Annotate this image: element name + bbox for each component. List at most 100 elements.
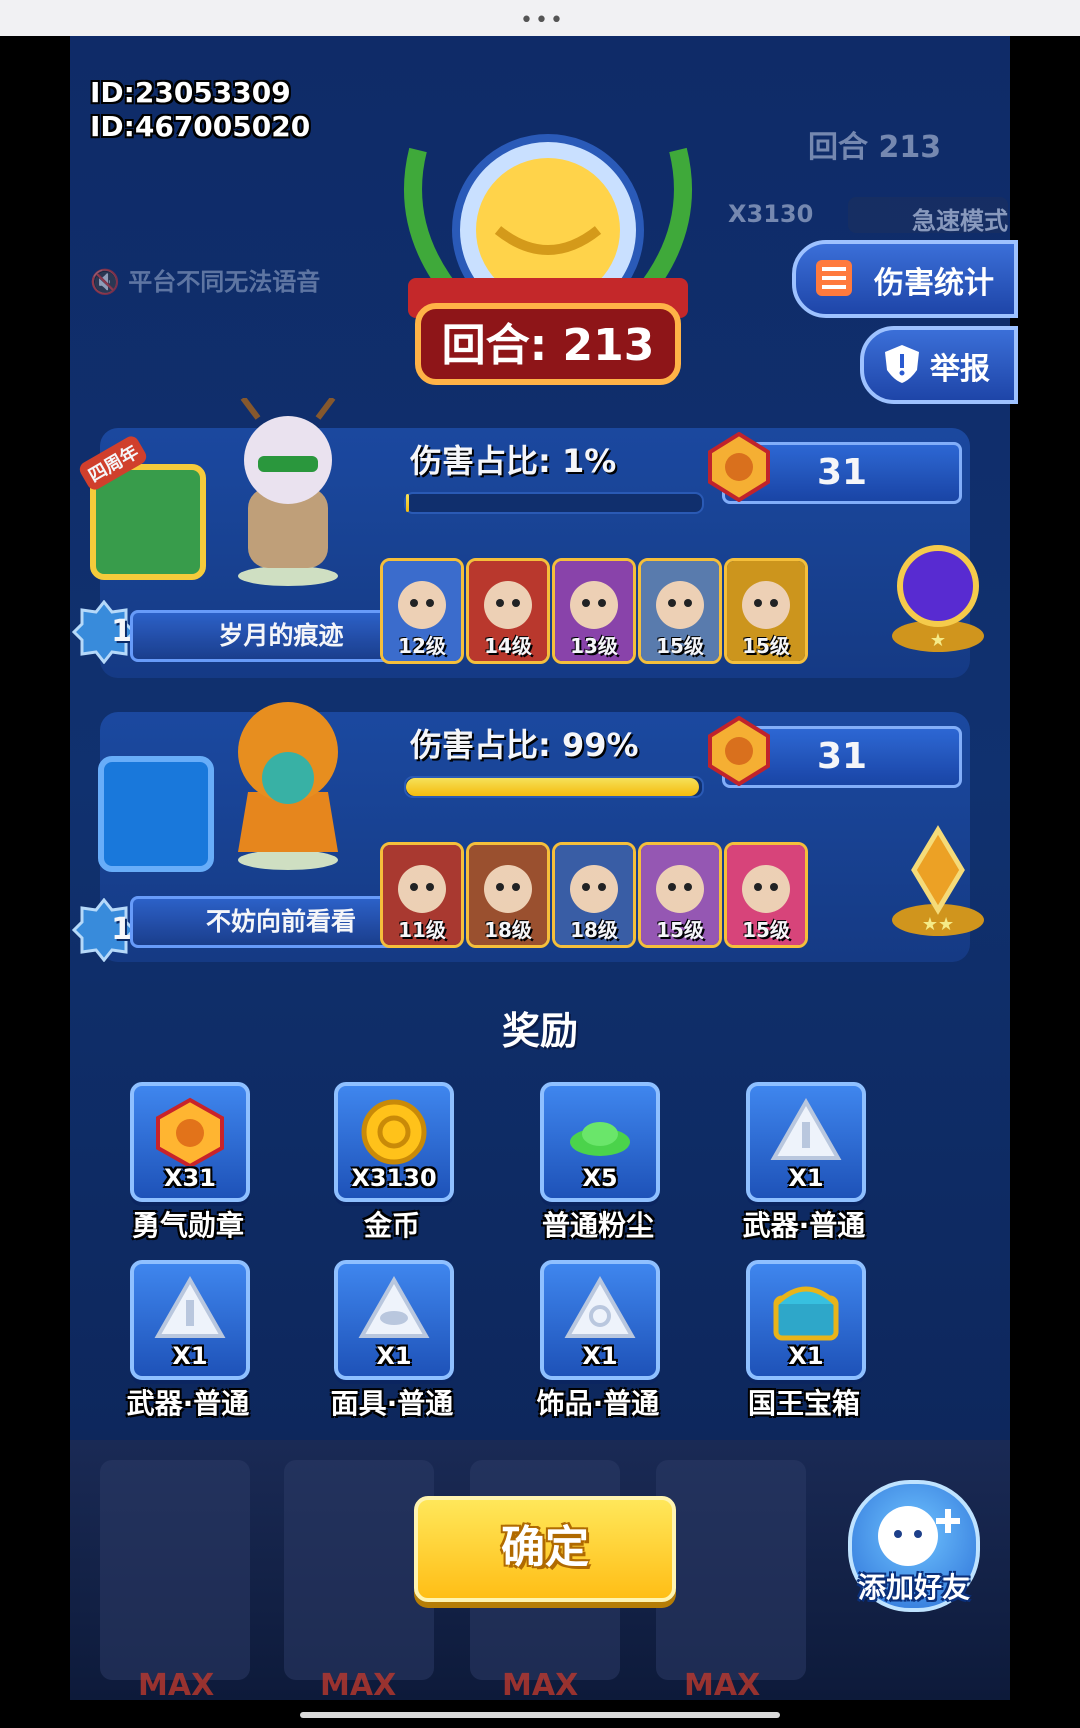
reward-name: 武器·普通 (126, 1387, 250, 1420)
damage-share-fill (406, 778, 700, 796)
medal-icon (708, 716, 770, 786)
reward-tile[interactable]: X3130 (334, 1082, 454, 1202)
reward-name: 饰品·普通 (536, 1387, 660, 1420)
report-label: 举报 (930, 352, 990, 387)
reward-item[interactable]: X1 国王宝箱 (694, 1260, 894, 1420)
hero-level: 18级 (570, 918, 618, 942)
max-label: MAX (684, 1668, 761, 1703)
medal-icon (156, 1097, 224, 1166)
reward-tile[interactable]: X1 (746, 1260, 866, 1380)
speed-mode-button: 急速模式 (848, 197, 1008, 235)
star-pedestal-icon: ★ (892, 545, 984, 652)
background-round-label: 回合 213 (808, 130, 942, 165)
reward-item[interactable]: X3130 金币 (282, 1082, 482, 1242)
pedestal-stars: ★★ (922, 914, 954, 935)
stats-list-icon (816, 260, 852, 296)
hero-level: 13级 (570, 634, 618, 658)
background-hero-card (656, 1460, 806, 1680)
player-id-list: ID:23053309 ID:467005020 (90, 76, 310, 144)
player-panel: 17 不妨向前看看 伤害占比: 99% 31 11级18级18级15级15级 ★… (72, 702, 984, 962)
hero-level: 15级 (742, 918, 790, 942)
max-label: MAX (320, 1668, 397, 1703)
treasure-chest-icon (773, 1286, 839, 1341)
reward-quantity: X5 (582, 1164, 618, 1192)
reward-name: 面具·普通 (330, 1387, 454, 1420)
reward-name: 国王宝箱 (747, 1387, 860, 1420)
rewards-title: 奖励 (501, 1009, 578, 1053)
browser-top-bar: ••• (0, 0, 1080, 36)
hero-level: 12级 (398, 634, 446, 658)
voice-notice: 🔇 平台不同无法语音 (90, 268, 321, 296)
medal-icon (708, 432, 770, 502)
reward-tile[interactable]: X1 (130, 1260, 250, 1380)
background-hero-card (284, 1460, 434, 1680)
hero-card[interactable]: 15级 (724, 842, 808, 948)
reward-name: 武器·普通 (742, 1209, 866, 1242)
reward-tile[interactable]: X31 (130, 1082, 250, 1202)
reward-item[interactable]: X1 武器·普通 (78, 1260, 278, 1420)
shield-icon (885, 345, 919, 383)
hero-level: 15级 (656, 634, 704, 658)
hero-card[interactable]: 15级 (638, 842, 722, 948)
hero-level: 15级 (656, 918, 704, 942)
home-indicator (300, 1712, 780, 1718)
player-id: ID:23053309 (90, 76, 291, 109)
report-button[interactable]: 举报 (860, 326, 1018, 404)
hero-card[interactable]: 18级 (552, 842, 636, 948)
reward-tile[interactable]: X1 (540, 1260, 660, 1380)
gold-coin-icon (361, 1099, 427, 1165)
reward-tile[interactable]: X1 (746, 1082, 866, 1202)
reward-item[interactable]: X31 勇气勋章 (78, 1082, 278, 1242)
reward-quantity: X31 (164, 1164, 216, 1192)
hero-card[interactable]: 15级 (724, 558, 808, 664)
round-emblem: 回合: 213 (404, 134, 692, 385)
more-options-icon[interactable]: ••• (520, 8, 565, 33)
damage-stats-label: 伤害统计 (874, 266, 994, 301)
hero-level: 18级 (484, 918, 532, 942)
player-hero-figure (238, 702, 338, 870)
damage-share-bar (404, 492, 704, 514)
hero-card[interactable]: 15级 (638, 558, 722, 664)
hero-card[interactable]: 11级 (380, 842, 464, 948)
damage-stats-button[interactable]: 伤害统计 (792, 240, 1018, 318)
hero-card[interactable]: 12级 (380, 558, 464, 664)
player-panel: 四周年 15 岁月的痕迹 伤害占比: 1% 31 12级14级13级15级15级… (72, 398, 984, 678)
add-friend-label: 添加好友 (857, 1571, 970, 1604)
reward-quantity: X1 (788, 1342, 824, 1370)
background-coin-count: X3130 (728, 200, 814, 228)
reward-quantity: X3130 (351, 1164, 437, 1192)
reward-tile[interactable]: X5 (540, 1082, 660, 1202)
reward-item[interactable]: X1 饰品·普通 (488, 1260, 688, 1420)
speed-mode-label: 急速模式 (912, 207, 1008, 235)
reward-quantity: X1 (376, 1342, 412, 1370)
star-pedestal-icon: ★★ (892, 825, 984, 936)
round-text: 回合: 213 (442, 320, 655, 371)
mask-crystal-icon (358, 1275, 430, 1338)
hero-level: 11级 (398, 918, 446, 942)
weapon-crystal-icon (770, 1097, 842, 1160)
reward-item[interactable]: X5 普通粉尘 (488, 1082, 688, 1242)
weapon-crystal-icon (154, 1275, 226, 1338)
hero-card[interactable]: 14级 (466, 558, 550, 664)
reward-quantity: X1 (172, 1342, 208, 1370)
hero-level: 14级 (484, 634, 532, 658)
hero-card[interactable]: 13级 (552, 558, 636, 664)
accessory-crystal-icon (564, 1275, 636, 1338)
reward-quantity: X1 (582, 1342, 618, 1370)
max-label: MAX (138, 1668, 215, 1703)
hero-card[interactable]: 18级 (466, 842, 550, 948)
reward-item[interactable]: X1 面具·普通 (282, 1260, 482, 1420)
player-id: ID:467005020 (90, 110, 311, 143)
avatar[interactable] (98, 756, 214, 872)
reward-item[interactable]: X1 武器·普通 (694, 1082, 894, 1242)
reward-name: 勇气勋章 (131, 1209, 244, 1242)
confirm-button[interactable]: 确定 (414, 1496, 676, 1602)
reward-name: 普通粉尘 (541, 1209, 654, 1242)
damage-share-fill (406, 494, 409, 512)
reward-quantity: X1 (788, 1164, 824, 1192)
add-friend-button[interactable]: 添加好友 (848, 1480, 980, 1612)
voice-notice-text: 平台不同无法语音 (128, 268, 321, 296)
pedestal-stars: ★ (930, 630, 946, 651)
hero-level: 15级 (742, 634, 790, 658)
reward-tile[interactable]: X1 (334, 1260, 454, 1380)
